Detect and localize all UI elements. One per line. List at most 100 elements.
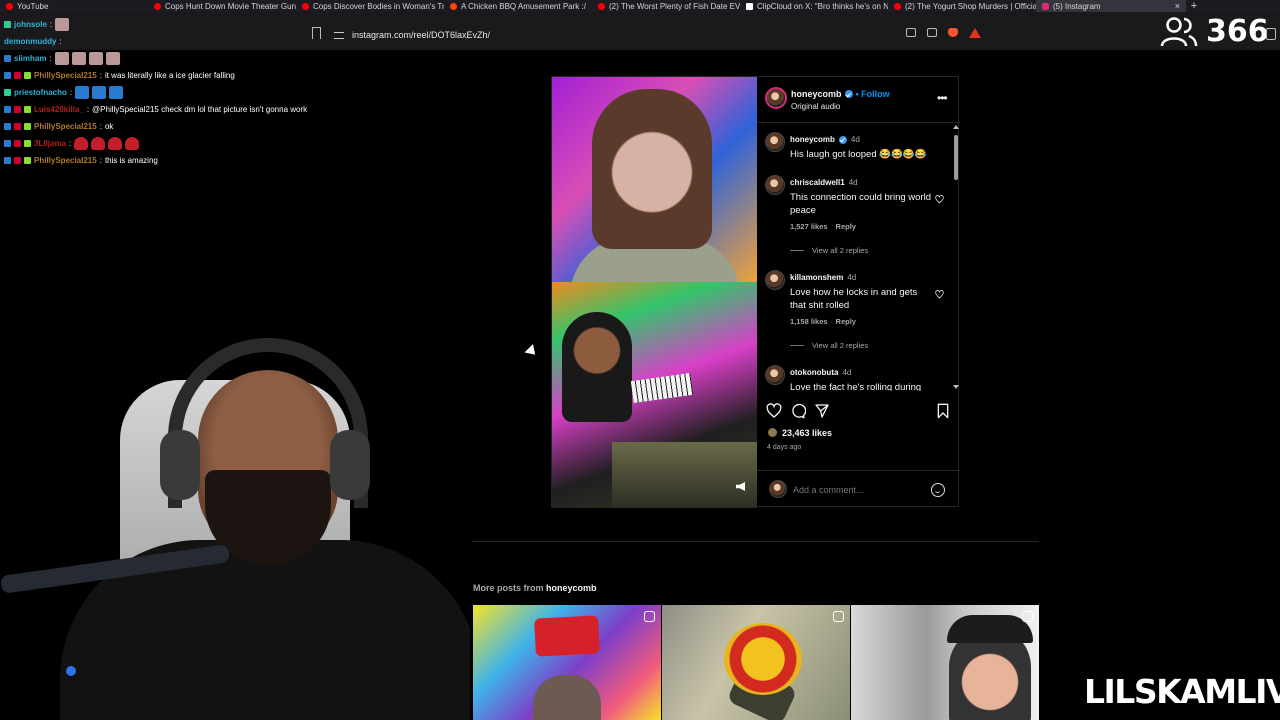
brave-rewards-icon[interactable]	[969, 28, 981, 38]
video-top-panel	[552, 77, 757, 297]
reply-button[interactable]: Reply	[836, 317, 856, 326]
more-options-icon[interactable]: •••	[937, 91, 948, 105]
reel-icon	[644, 611, 655, 622]
comment-header: chriscaldwell1 4d	[790, 178, 858, 187]
chat-separator: :	[99, 71, 102, 80]
reel-icon	[1022, 611, 1033, 622]
reel-video[interactable]	[552, 77, 757, 508]
thumbnail-figure	[533, 675, 601, 720]
chat-emote	[74, 137, 89, 150]
video-bottom-panel	[552, 282, 757, 508]
comment-bubble-icon[interactable]	[790, 403, 806, 419]
chat-badge-icon	[24, 123, 31, 130]
browser-menu-icon[interactable]	[1266, 28, 1276, 40]
tab-chicken-bbq[interactable]: A Chicken BBQ Amusement Park :/	[444, 0, 592, 12]
tab-plenty-of-fish[interactable]: (2) The Worst Plenty of Fish Date EV	[592, 0, 740, 12]
author-avatar[interactable]	[765, 87, 787, 109]
comment-avatar[interactable]	[765, 175, 785, 195]
comment-username[interactable]: killamonshem	[790, 273, 843, 282]
comment-like-icon[interactable]	[935, 195, 944, 204]
post-timestamp[interactable]: 4 days ago	[767, 444, 801, 451]
address-bar-icons	[906, 28, 981, 38]
chat-separator: :	[69, 139, 72, 148]
view-replies-button[interactable]: View all 2 replies	[790, 341, 868, 350]
emoji-picker-icon[interactable]	[931, 483, 945, 497]
save-bookmark-icon[interactable]	[935, 403, 951, 419]
scroll-down-arrow-icon[interactable]	[953, 385, 959, 389]
comment-username[interactable]: honeycomb	[790, 135, 835, 144]
scroll-thumb[interactable]	[954, 135, 958, 180]
tab-cops-bodies[interactable]: Cops Discover Bodies in Woman's Tr	[296, 0, 444, 12]
like-heart-icon[interactable]	[766, 403, 782, 419]
chat-username: demonmuddy	[4, 37, 57, 46]
tab-movie-theater[interactable]: Cops Hunt Down Movie Theater Gun	[148, 0, 296, 12]
likes-count[interactable]: 23,463 likes	[782, 428, 832, 438]
close-tab-button[interactable]: ×	[1175, 1, 1186, 11]
comment-username[interactable]: chriscaldwell1	[790, 178, 845, 187]
stream-chat: johnsole : demonmuddy : slimham : Philly…	[0, 16, 320, 169]
tab-youtube[interactable]: YouTube	[0, 0, 148, 12]
comment-avatar[interactable]	[765, 270, 785, 290]
comment-like-icon[interactable]	[935, 290, 944, 299]
chat-badge-icon	[4, 123, 11, 130]
share-send-icon[interactable]	[814, 403, 830, 419]
more-posts-username[interactable]: honeycomb	[546, 583, 597, 593]
chat-emote	[125, 137, 140, 150]
media-icon[interactable]	[906, 28, 916, 37]
chat-badge-icon	[24, 106, 31, 113]
post-thumbnail[interactable]	[662, 605, 850, 720]
chat-badge-icon	[4, 89, 11, 96]
chat-badge-icon	[4, 72, 11, 79]
url-field[interactable]: instagram.com/reel/DOT6laxEvZh/	[334, 26, 994, 44]
brave-shields-icon[interactable]	[948, 28, 958, 37]
mic-indicator-light	[66, 666, 76, 676]
chat-username: Luis420killa_	[34, 105, 84, 114]
new-tab-button[interactable]: +	[1186, 0, 1202, 12]
tab-clipcloud[interactable]: ClipCloud on X: "Bro thinks he's on N	[740, 0, 888, 12]
post-thumbnail[interactable]	[473, 605, 661, 720]
tab-yogurt-shop[interactable]: (2) The Yogurt Shop Murders | Officia	[888, 0, 1036, 12]
verified-badge-icon	[844, 90, 853, 98]
comment-username[interactable]: otokonobuta	[790, 368, 838, 377]
chat-separator: :	[59, 37, 62, 46]
share-icon[interactable]	[927, 28, 937, 37]
original-audio-link[interactable]: Original audio	[791, 102, 840, 111]
chat-badge-icon	[14, 72, 21, 79]
view-replies-label: View all 2 replies	[812, 246, 869, 255]
youtube-icon	[894, 2, 901, 10]
tab-title: YouTube	[17, 1, 49, 11]
chat-text: this is amazing	[104, 156, 158, 165]
tab-title: Cops Discover Bodies in Woman's Tr	[313, 1, 444, 11]
reel-icon	[833, 611, 844, 622]
view-replies-button[interactable]: View all 2 replies	[790, 246, 868, 255]
comment-avatar[interactable]	[765, 365, 785, 385]
chat-username: PhillySpecial215	[34, 71, 97, 80]
more-posts-prefix: More posts from	[473, 583, 544, 593]
comment-text: Love the fact he's rolling during	[790, 382, 922, 391]
likes-summary[interactable]: 23,463 likes	[767, 427, 832, 438]
more-posts-grid	[473, 605, 1039, 720]
channel-watermark: LILSKAMLIVE	[1084, 672, 1280, 711]
post-thumbnail[interactable]	[851, 605, 1039, 720]
chat-message: PhillySpecial215 : ok	[0, 118, 320, 135]
author-username[interactable]: honeycomb	[791, 89, 842, 99]
tab-instagram[interactable]: (5) Instagram ×	[1036, 0, 1186, 12]
chat-badge-icon	[4, 106, 11, 113]
chat-username: 3L0jama	[34, 139, 67, 148]
comment-likes[interactable]: 1,527 likes	[790, 222, 828, 231]
comment-avatar[interactable]	[765, 132, 785, 152]
comments-scrollbar[interactable]	[953, 125, 959, 389]
chat-badge-icon	[4, 21, 11, 28]
viewer-count: 366	[1206, 14, 1269, 49]
scroll-up-arrow-icon[interactable]	[953, 125, 959, 129]
follow-button[interactable]: • Follow	[856, 89, 890, 99]
comment-likes[interactable]: 1,158 likes	[790, 317, 828, 326]
site-settings-icon[interactable]	[334, 31, 344, 39]
youtube-icon	[302, 2, 309, 10]
add-comment-input[interactable]	[793, 483, 923, 497]
headset-right-cup	[330, 430, 370, 500]
chat-message: priestofnacho :	[0, 84, 320, 101]
chat-emote	[109, 86, 124, 99]
reply-button[interactable]: Reply	[836, 222, 856, 231]
chat-badge-icon	[14, 157, 21, 164]
